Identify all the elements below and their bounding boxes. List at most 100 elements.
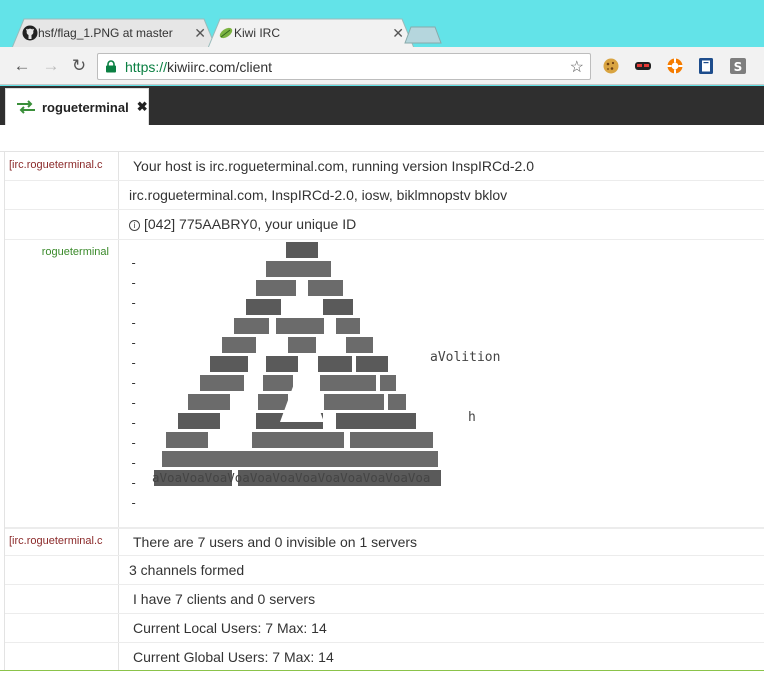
browser-tab-kiwi[interactable]: Kiwi IRC ✕ xyxy=(208,18,414,48)
motd-dash: - xyxy=(130,456,138,470)
motd-dash: - xyxy=(130,416,138,430)
ascii-block xyxy=(323,299,353,315)
message-row: I have 7 clients and 0 servers xyxy=(5,585,764,614)
ascii-block xyxy=(388,394,406,410)
message-text: I have 7 clients and 0 servers xyxy=(133,591,316,607)
browser-toolbar: ← → ↻ https://kiwiirc.com/client ☆ S xyxy=(0,47,764,85)
motd-dash: - xyxy=(130,276,138,290)
motd-dash: - xyxy=(130,296,138,310)
lifebuoy-icon[interactable] xyxy=(666,57,684,75)
motd-dash-column: - - - - - - - - - - - - - xyxy=(130,253,137,513)
ascii-block xyxy=(256,280,296,296)
ascii-block xyxy=(210,356,248,372)
url-text: https://kiwiirc.com/client xyxy=(125,59,272,75)
stylish-icon[interactable]: S xyxy=(729,57,747,75)
message-row: Current Local Users: 7 Max: 14 xyxy=(5,614,764,643)
ascii-block xyxy=(166,432,208,448)
back-arrow-icon[interactable]: ← xyxy=(12,56,32,76)
channel-tab-rogueterminal[interactable]: rogueterminal ✖ xyxy=(5,88,149,125)
message-text: Current Global Users: 7 Max: 14 xyxy=(133,649,334,665)
ascii-block xyxy=(336,318,360,334)
motd-footer-text: aVoaVoaVoaVoaVoaVoaVoaVoaVoaVoaVoaVoa xyxy=(152,470,431,485)
channel-tab-bar: rogueterminal ✖ xyxy=(0,86,764,125)
new-tab-button[interactable] xyxy=(404,26,442,44)
motd-dash: - xyxy=(130,256,138,270)
motd-dash: - xyxy=(130,356,138,370)
motd-dash: - xyxy=(130,316,138,330)
topic-bar xyxy=(0,125,764,152)
ascii-block xyxy=(288,337,316,353)
ascii-block xyxy=(252,432,344,448)
message-text: 3 channels formed xyxy=(129,562,245,578)
mask-icon[interactable] xyxy=(634,57,652,75)
motd-dash: - xyxy=(130,436,138,450)
ascii-block xyxy=(356,356,388,372)
ascii-block xyxy=(324,394,384,410)
message-nick[interactable]: rogueterminal xyxy=(9,246,109,258)
message-row: [irc.rogueterminal.c Your host is irc.ro… xyxy=(5,152,764,181)
message-text: irc.rogueterminal.com, InspIRCd-2.0, ios… xyxy=(129,187,508,203)
ascii-block xyxy=(263,375,293,391)
motd-dash: - xyxy=(130,476,138,490)
ascii-block xyxy=(380,375,396,391)
ascii-block xyxy=(188,394,230,410)
channel-tab-label: rogueterminal xyxy=(42,99,129,115)
message-nick[interactable]: [irc.rogueterminal.c xyxy=(9,535,115,547)
reload-icon[interactable]: ↻ xyxy=(69,56,89,76)
lock-icon xyxy=(106,60,116,73)
book-icon[interactable] xyxy=(697,57,715,75)
message-list: [irc.rogueterminal.c Your host is irc.ro… xyxy=(4,152,764,672)
message-row: i [042] 775AABRY0, your unique ID xyxy=(5,210,764,240)
motd-dash: - xyxy=(130,496,138,510)
svg-text:S: S xyxy=(734,60,743,74)
ascii-block xyxy=(286,242,318,258)
github-icon xyxy=(22,25,38,41)
ascii-block xyxy=(336,413,416,429)
ascii-block xyxy=(266,261,331,277)
ascii-block xyxy=(234,318,269,334)
message-text: [042] 775AABRY0, your unique ID xyxy=(144,216,357,232)
ascii-block xyxy=(308,280,343,296)
ascii-block xyxy=(222,337,256,353)
message-row: 3 channels formed xyxy=(5,556,764,585)
address-bar[interactable]: https://kiwiirc.com/client ☆ xyxy=(97,53,591,80)
message-line: i [042] 775AABRY0, your unique ID xyxy=(129,216,356,232)
tab-close-icon[interactable]: ✕ xyxy=(392,26,404,40)
ascii-block xyxy=(318,356,352,372)
motd-dash: - xyxy=(130,396,138,410)
ascii-block xyxy=(178,413,220,429)
motd-side-text: aVolition xyxy=(430,350,501,365)
close-tab-icon[interactable]: ✖ xyxy=(137,99,148,115)
url-host-path: kiwiirc.com/client xyxy=(167,59,273,75)
ascii-block xyxy=(266,356,298,372)
ascii-block xyxy=(162,451,438,467)
info-icon: i xyxy=(129,220,140,231)
input-bar[interactable] xyxy=(0,670,764,685)
kiwi-leaf-icon xyxy=(219,27,233,39)
kiwi-irc-app: rogueterminal ✖ [irc.rogueterminal.c You… xyxy=(0,86,764,685)
browser-tab-github[interactable]: hsf/flag_1.PNG at master ✕ xyxy=(12,18,216,48)
message-nick[interactable]: [irc.rogueterminal.c xyxy=(9,159,115,171)
bookmark-star-icon[interactable]: ☆ xyxy=(570,57,584,77)
ascii-block xyxy=(276,318,324,334)
message-text: There are 7 users and 0 invisible on 1 s… xyxy=(133,534,418,550)
tab-title: hsf/flag_1.PNG at master xyxy=(38,26,173,40)
url-scheme: https:// xyxy=(125,59,168,75)
message-text: Your host is irc.rogueterminal.com, runn… xyxy=(133,158,535,174)
cookie-icon[interactable] xyxy=(602,57,620,75)
tab-title: Kiwi IRC xyxy=(234,26,281,40)
motd-side-letter: h xyxy=(468,410,476,425)
ascii-block xyxy=(350,432,433,448)
ascii-block xyxy=(200,375,244,391)
connection-arrows-icon xyxy=(17,100,35,114)
message-row: irc.rogueterminal.com, InspIRCd-2.0, ios… xyxy=(5,181,764,210)
motd-dash: - xyxy=(130,336,138,350)
ascii-block xyxy=(346,337,373,353)
message-text: Current Local Users: 7 Max: 14 xyxy=(133,620,327,636)
ascii-art-triangle xyxy=(154,242,441,486)
browser-tab-strip: hsf/flag_1.PNG at master ✕ Kiwi IRC ✕ xyxy=(0,0,764,48)
ascii-block xyxy=(246,299,281,315)
message-row: Current Global Users: 7 Max: 14 xyxy=(5,643,764,672)
forward-arrow-icon[interactable]: → xyxy=(41,56,61,76)
tab-close-icon[interactable]: ✕ xyxy=(194,26,206,40)
